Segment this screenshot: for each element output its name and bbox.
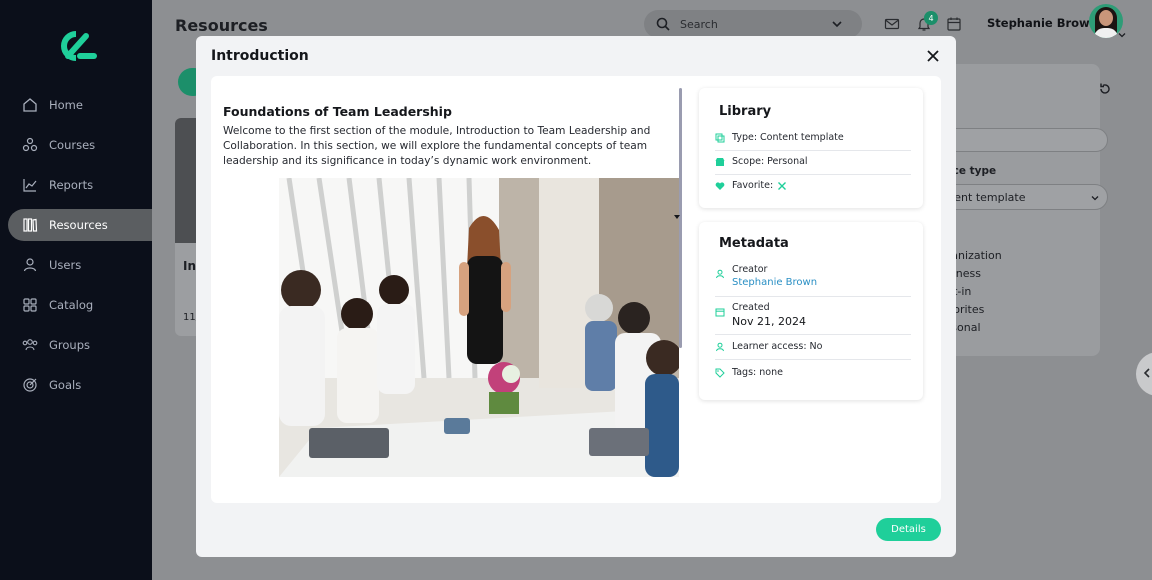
resources-icon bbox=[23, 218, 38, 232]
modal-body: Foundations of Team Leadership Welcome t… bbox=[211, 76, 941, 503]
calendar-icon[interactable] bbox=[946, 16, 962, 32]
library-favorite-label: Favorite: bbox=[732, 180, 774, 191]
chevron-down-icon bbox=[1091, 196, 1099, 201]
reset-icon[interactable] bbox=[1098, 82, 1112, 96]
courses-icon bbox=[22, 137, 38, 152]
calendar-icon bbox=[715, 308, 725, 317]
sidebar-item-label: Resources bbox=[49, 218, 108, 232]
meeting-photo bbox=[279, 178, 679, 477]
avatar-body bbox=[1094, 28, 1118, 38]
sidebar-item-label: Goals bbox=[49, 378, 82, 392]
library-title: Library bbox=[719, 104, 772, 119]
sidebar-item-goals[interactable]: Goals bbox=[8, 369, 152, 401]
metadata-title: Metadata bbox=[719, 236, 789, 251]
tags: Tags: none bbox=[732, 367, 783, 378]
content-title: Foundations of Team Leadership bbox=[223, 104, 452, 119]
chevron-left-icon bbox=[1143, 368, 1150, 378]
created-block: Created Nov 21, 2024 bbox=[732, 302, 806, 328]
sidebar-item-groups[interactable]: Groups bbox=[8, 329, 152, 361]
sidebar-item-courses[interactable]: Courses bbox=[8, 129, 152, 161]
groups-icon bbox=[22, 339, 38, 351]
library-card: Library Type: Content template Scope: Pe… bbox=[699, 88, 923, 208]
library-scope-row: Scope: Personal bbox=[715, 156, 909, 167]
divider bbox=[715, 296, 911, 297]
library-scope: Scope: Personal bbox=[732, 156, 808, 167]
x-mark-icon[interactable] bbox=[777, 181, 787, 191]
copy-icon bbox=[715, 133, 725, 143]
search-icon bbox=[656, 17, 670, 31]
library-favorite-row: Favorite: bbox=[715, 180, 909, 191]
creator-label: Creator bbox=[732, 264, 768, 275]
sidebar-item-label: Catalog bbox=[49, 298, 94, 312]
sidebar-item-label: Groups bbox=[49, 338, 91, 352]
learner-access: Learner access: No bbox=[732, 341, 823, 352]
sidebar-item-label: Reports bbox=[49, 178, 94, 192]
library-type-row: Type: Content template bbox=[715, 132, 909, 143]
sidebar-item-resources[interactable]: Resources bbox=[8, 209, 152, 241]
users-icon bbox=[23, 258, 37, 272]
reports-icon bbox=[23, 179, 37, 192]
sidebar-item-catalog[interactable]: Catalog bbox=[8, 289, 152, 321]
content-text: Welcome to the first section of the modu… bbox=[223, 125, 651, 167]
catalog-icon bbox=[23, 298, 37, 312]
creator-row: Creator Stephanie Brown bbox=[715, 264, 909, 288]
chevron-down-icon[interactable] bbox=[1117, 30, 1127, 40]
logo-icon[interactable] bbox=[54, 30, 98, 62]
heart-icon bbox=[715, 182, 725, 190]
details-button[interactable]: Details bbox=[876, 518, 941, 541]
introduction-modal: Introduction Foundations of Team Leaders… bbox=[196, 36, 956, 557]
sidebar-item-reports[interactable]: Reports bbox=[8, 169, 152, 201]
divider bbox=[715, 359, 911, 360]
created-label: Created bbox=[732, 302, 770, 313]
mail-icon[interactable] bbox=[884, 16, 900, 32]
notification-badge: 4 bbox=[924, 11, 938, 25]
library-type: Type: Content template bbox=[732, 132, 844, 143]
creator-block: Creator Stephanie Brown bbox=[732, 264, 817, 288]
scroll-down-icon[interactable] bbox=[673, 213, 681, 221]
sidebar-item-label: Courses bbox=[49, 138, 96, 152]
created-value: Nov 21, 2024 bbox=[732, 315, 806, 328]
divider bbox=[715, 334, 911, 335]
user-name[interactable]: Stephanie Brown bbox=[987, 16, 1098, 30]
sidebar-item-users[interactable]: Users bbox=[8, 249, 152, 281]
metadata-card: Metadata Creator Stephanie Brown Created… bbox=[699, 222, 923, 400]
created-row: Created Nov 21, 2024 bbox=[715, 302, 909, 328]
home-icon bbox=[23, 98, 37, 112]
creator-link[interactable]: Stephanie Brown bbox=[732, 277, 817, 288]
sidebar-item-label: Home bbox=[49, 98, 83, 112]
avatar-face bbox=[1099, 10, 1113, 26]
page-title: Resources bbox=[175, 16, 268, 35]
modal-title: Introduction bbox=[211, 48, 309, 64]
divider bbox=[715, 150, 911, 151]
filter-panel: ch e urce type ntent template ry rganiza… bbox=[920, 64, 1110, 356]
chevron-down-icon[interactable] bbox=[830, 17, 844, 31]
tag-icon bbox=[715, 368, 725, 378]
sidebar: Home Courses Reports Resources Users Cat… bbox=[0, 0, 152, 580]
panel-toggle-handle[interactable] bbox=[1136, 352, 1152, 396]
user-icon bbox=[716, 269, 724, 279]
search-placeholder: Search bbox=[680, 17, 718, 31]
learner-access-row: Learner access: No bbox=[715, 341, 909, 352]
sidebar-item-home[interactable]: Home bbox=[8, 89, 152, 121]
divider bbox=[715, 174, 911, 175]
search-input[interactable]: Search bbox=[644, 10, 862, 38]
store-icon bbox=[715, 158, 725, 166]
user-icon bbox=[716, 342, 724, 352]
resource-card-title: In bbox=[183, 259, 197, 273]
tags-row: Tags: none bbox=[715, 367, 909, 378]
sidebar-item-label: Users bbox=[49, 258, 82, 272]
goals-icon bbox=[23, 378, 37, 392]
close-icon[interactable] bbox=[925, 48, 941, 64]
